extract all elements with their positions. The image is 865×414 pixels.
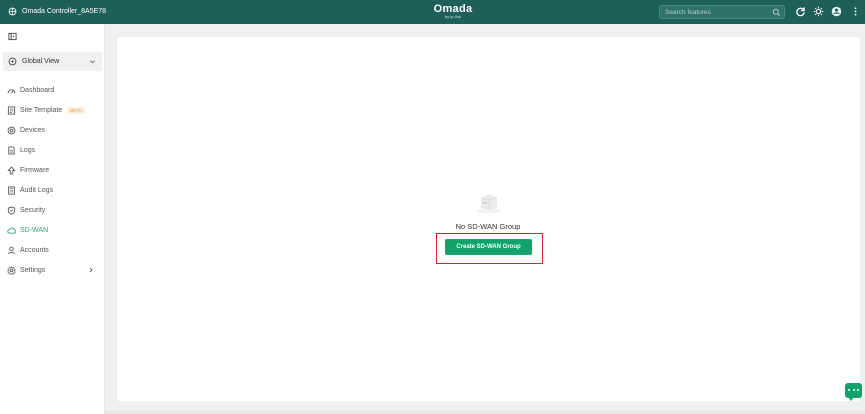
- user-icon: [7, 246, 16, 254]
- main-content-card: [117, 37, 860, 401]
- chevron-right-icon: [89, 267, 93, 273]
- sidebar-nav: Dashboard Site Template BETA Devices Log…: [0, 80, 104, 280]
- sidebar: Global View Dashboard Site Template BETA…: [0, 24, 105, 414]
- empty-state-device-icon: [477, 194, 501, 214]
- gear-icon: [7, 265, 16, 275]
- devices-icon: [7, 126, 16, 134]
- refresh-icon[interactable]: [795, 6, 806, 17]
- sidebar-item-label: Dashboard: [20, 86, 55, 94]
- cloud-icon: [7, 227, 16, 234]
- sidebar-item-sd-wan[interactable]: SD-WAN: [0, 220, 104, 240]
- shield-icon: [7, 205, 16, 215]
- sidebar-item-label: Audit Logs: [20, 186, 54, 194]
- sidebar-item-label: Logs: [20, 146, 36, 154]
- sidebar-item-security[interactable]: Security: [0, 200, 104, 220]
- sidebar-item-audit-logs[interactable]: Audit Logs: [0, 180, 104, 200]
- search-input[interactable]: [660, 6, 768, 18]
- template-icon: [7, 105, 16, 115]
- sidebar-item-firmware[interactable]: Firmware: [0, 160, 104, 180]
- sidebar-item-label: Accounts: [20, 246, 49, 254]
- brand-logo: Omada by tp-link: [420, 3, 486, 19]
- logs-icon: [8, 145, 15, 155]
- controller-selector[interactable]: Omada Controller_8A5E78: [8, 7, 106, 16]
- user-avatar-icon[interactable]: [831, 6, 842, 17]
- theme-sun-icon[interactable]: [813, 6, 824, 17]
- sidebar-item-site-template[interactable]: Site Template BETA: [0, 100, 104, 120]
- sidebar-item-label: Settings: [20, 266, 46, 274]
- site-selector-label: Global View: [22, 58, 60, 65]
- controller-icon: [8, 7, 17, 16]
- chevron-down-icon: [90, 60, 95, 64]
- sidebar-item-label: Site Template: [20, 106, 63, 114]
- highlight-box: [436, 233, 543, 264]
- top-bar: Omada Controller_8A5E78 Omada by tp-link: [0, 0, 865, 24]
- site-selector[interactable]: Global View: [3, 52, 102, 71]
- sidebar-collapse-icon[interactable]: [8, 32, 17, 41]
- dashboard-icon: [7, 88, 16, 93]
- sidebar-item-label: SD-WAN: [20, 226, 49, 234]
- sidebar-item-label: Firmware: [20, 166, 50, 174]
- firmware-upload-icon: [7, 165, 16, 174]
- beta-badge: BETA: [67, 106, 85, 114]
- sidebar-item-devices[interactable]: Devices: [0, 120, 104, 140]
- chat-icon: [848, 389, 859, 392]
- brand-sub: by tp-link: [444, 14, 461, 19]
- sidebar-item-accounts[interactable]: Accounts: [0, 240, 104, 260]
- controller-name: Omada Controller_8A5E78: [22, 8, 107, 15]
- search-box[interactable]: [659, 5, 785, 19]
- empty-state-title: No SD-WAN Group: [455, 222, 521, 231]
- more-vertical-icon[interactable]: [850, 6, 861, 17]
- sidebar-item-dashboard[interactable]: Dashboard: [0, 80, 104, 100]
- sidebar-item-label: Security: [20, 206, 46, 214]
- audit-logs-icon: [8, 185, 15, 195]
- sidebar-item-settings[interactable]: Settings: [0, 260, 104, 280]
- search-icon[interactable]: [772, 8, 781, 17]
- location-pin-icon: [8, 57, 17, 66]
- sidebar-item-logs[interactable]: Logs: [0, 140, 104, 160]
- chat-support-button[interactable]: [845, 383, 862, 401]
- sidebar-item-label: Devices: [20, 126, 45, 134]
